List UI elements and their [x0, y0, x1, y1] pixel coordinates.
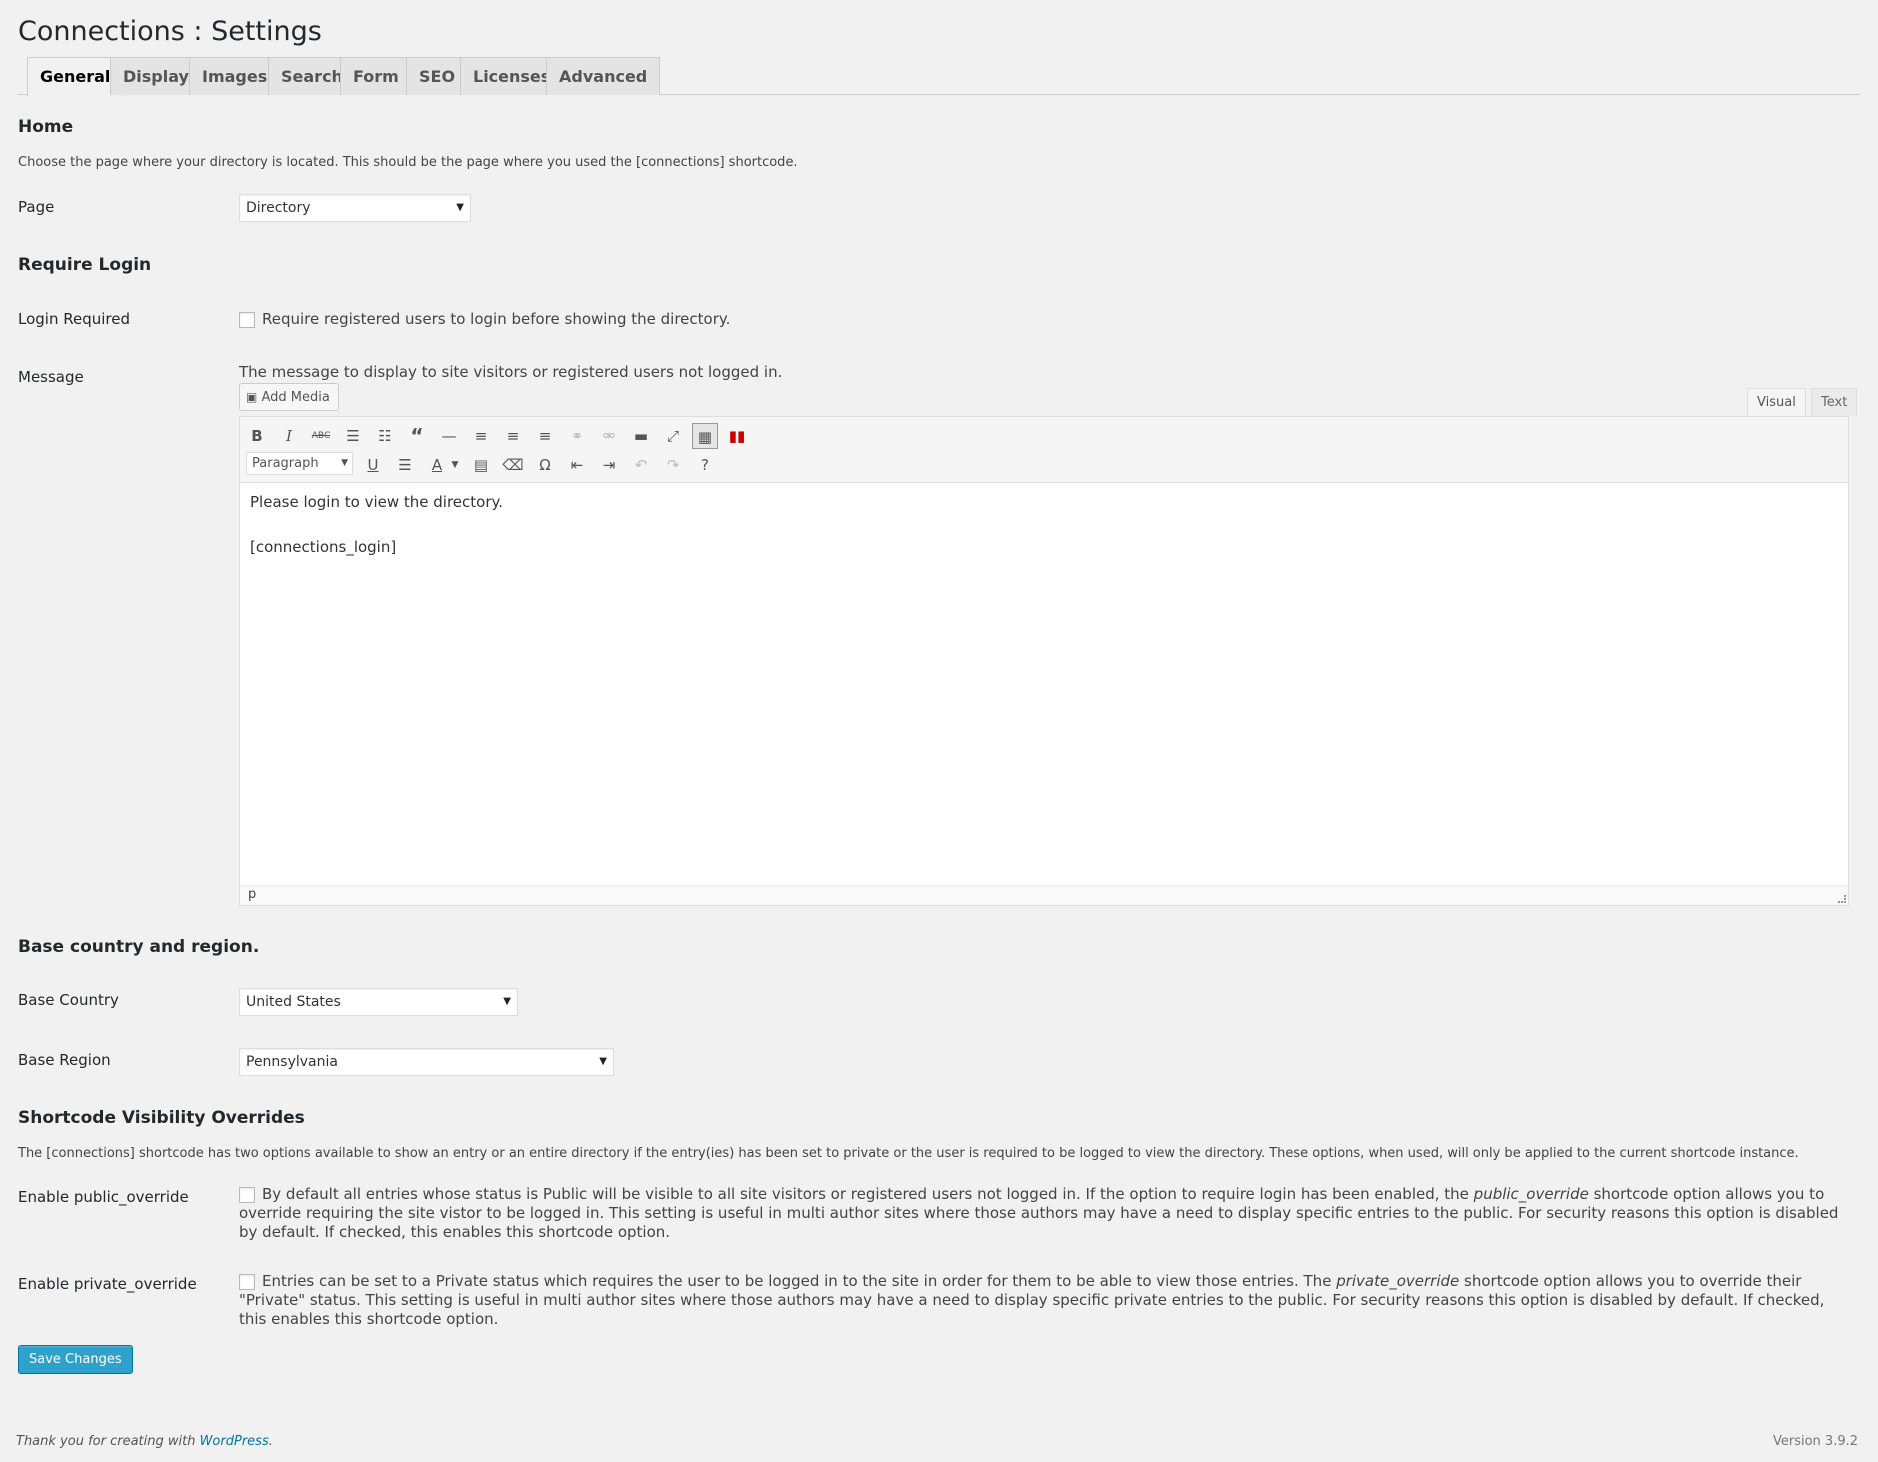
- base-region-select[interactable]: Pennsylvania ▼: [239, 1048, 614, 1076]
- resize-handle[interactable]: [1838, 895, 1846, 903]
- base-country-value: United States: [246, 994, 341, 1010]
- footer-period: .: [268, 1434, 273, 1449]
- page-select[interactable]: Directory ▼: [239, 194, 471, 222]
- justify-icon[interactable]: ☰: [392, 452, 418, 478]
- clear-formatting-icon[interactable]: ⌫: [500, 452, 526, 478]
- public-override-text-part: By default all entries whose status is P…: [262, 1185, 1474, 1203]
- numbered-list-icon[interactable]: ☷: [372, 423, 398, 449]
- version-text: Version 3.9.2: [1772, 1434, 1858, 1449]
- outdent-icon[interactable]: ⇤: [564, 452, 590, 478]
- public-override-text: By default all entries whose status is P…: [239, 1185, 1854, 1242]
- read-more-icon[interactable]: ▬: [628, 423, 654, 449]
- private-override-code: private_override: [1336, 1272, 1460, 1290]
- overrides-heading: Shortcode Visibility Overrides: [18, 1108, 305, 1128]
- editor-line: Please login to view the directory.: [250, 493, 504, 511]
- italic-icon[interactable]: I: [276, 423, 302, 449]
- tab-seo[interactable]: SEO: [406, 57, 469, 95]
- blockquote-icon[interactable]: “: [404, 423, 430, 449]
- chevron-down-icon: ▼: [341, 458, 348, 468]
- redo-icon[interactable]: ↷: [660, 452, 686, 478]
- public-override-code: public_override: [1473, 1185, 1589, 1203]
- page-select-value: Directory: [246, 200, 311, 216]
- undo-icon[interactable]: ↶: [628, 452, 654, 478]
- indent-icon[interactable]: ⇥: [596, 452, 622, 478]
- login-required-label: Login Required: [18, 310, 130, 328]
- bullet-list-icon[interactable]: ☰: [340, 423, 366, 449]
- base-country-label: Base Country: [18, 991, 119, 1009]
- chevron-down-icon: ▼: [599, 1056, 607, 1067]
- home-description: Choose the page where your directory is …: [18, 155, 798, 170]
- editor-statusbar: p: [240, 885, 1848, 905]
- chevron-down-icon: ▼: [456, 202, 464, 213]
- chevron-down-icon: ▼: [503, 996, 511, 1007]
- plugin-icon[interactable]: ▮▮: [724, 423, 750, 449]
- add-media-label: Add Media: [261, 390, 330, 405]
- toolbar-toggle-icon[interactable]: ▦: [692, 423, 718, 449]
- private-override-text-part: Entries can be set to a Private status w…: [262, 1272, 1337, 1290]
- horizontal-line-icon[interactable]: —: [436, 423, 462, 449]
- home-heading: Home: [18, 117, 74, 137]
- base-country-select[interactable]: United States ▼: [239, 988, 518, 1016]
- save-changes-button[interactable]: Save Changes: [18, 1345, 133, 1374]
- footer-credit: Thank you for creating with WordPress.: [16, 1434, 273, 1449]
- strikethrough-icon[interactable]: ABC: [308, 423, 334, 449]
- public-override-label: Enable public_override: [18, 1188, 189, 1206]
- wordpress-link[interactable]: WordPress: [200, 1434, 269, 1449]
- add-media-button[interactable]: ▣ Add Media: [239, 383, 339, 411]
- help-icon[interactable]: ?: [692, 452, 718, 478]
- login-required-text: Require registered users to login before…: [262, 310, 731, 328]
- link-icon[interactable]: ⚭: [564, 423, 590, 449]
- fullscreen-icon[interactable]: ⤢: [660, 423, 686, 449]
- base-region-value: Pennsylvania: [246, 1054, 338, 1070]
- login-required-checkbox[interactable]: [239, 312, 255, 328]
- message-description: The message to display to site visitors …: [239, 363, 783, 381]
- tab-images[interactable]: Images: [189, 57, 281, 95]
- align-left-icon[interactable]: ≡: [468, 423, 494, 449]
- paste-text-icon[interactable]: ▤: [468, 452, 494, 478]
- message-label: Message: [18, 368, 84, 386]
- element-path[interactable]: p: [248, 887, 256, 902]
- align-center-icon[interactable]: ≡: [500, 423, 526, 449]
- underline-icon[interactable]: U: [360, 452, 386, 478]
- format-select[interactable]: Paragraph ▼: [246, 452, 353, 475]
- tab-form[interactable]: Form: [340, 57, 412, 95]
- page-title: Connections : Settings: [18, 16, 322, 47]
- base-region-label: Base Region: [18, 1051, 111, 1069]
- tab-advanced[interactable]: Advanced: [546, 57, 661, 95]
- tab-visual[interactable]: Visual: [1747, 388, 1806, 416]
- tab-text[interactable]: Text: [1811, 388, 1858, 416]
- tab-general[interactable]: General: [27, 57, 124, 96]
- settings-tabs: General Display Images Search Form SEO L…: [18, 57, 1860, 96]
- editor-line: [connections_login]: [250, 538, 397, 556]
- special-character-icon[interactable]: Ω: [532, 452, 558, 478]
- media-icon: ▣: [246, 390, 258, 404]
- align-right-icon[interactable]: ≡: [532, 423, 558, 449]
- editor-content[interactable]: Please login to view the directory. [con…: [250, 493, 503, 583]
- bold-icon[interactable]: B: [244, 423, 270, 449]
- require-login-heading: Require Login: [18, 255, 152, 275]
- editor-toolbar: B I ABC ☰ ☷ “ — ≡ ≡ ≡ ⚭ ⚮ ▬ ⤢ ▦ ▮▮ Parag…: [240, 417, 1848, 483]
- format-select-value: Paragraph: [252, 456, 319, 471]
- chevron-down-icon[interactable]: ▼: [442, 452, 468, 478]
- private-override-text: Entries can be set to a Private status w…: [239, 1272, 1854, 1329]
- overrides-description: The [connections] shortcode has two opti…: [18, 1146, 1799, 1161]
- footer-thanks: Thank you for creating with: [16, 1434, 200, 1449]
- page-label: Page: [18, 198, 55, 216]
- message-editor[interactable]: B I ABC ☰ ☷ “ — ≡ ≡ ≡ ⚭ ⚮ ▬ ⤢ ▦ ▮▮ Parag…: [239, 416, 1849, 906]
- private-override-label: Enable private_override: [18, 1275, 197, 1293]
- unlink-icon[interactable]: ⚮: [596, 423, 622, 449]
- region-heading: Base country and region.: [18, 937, 260, 957]
